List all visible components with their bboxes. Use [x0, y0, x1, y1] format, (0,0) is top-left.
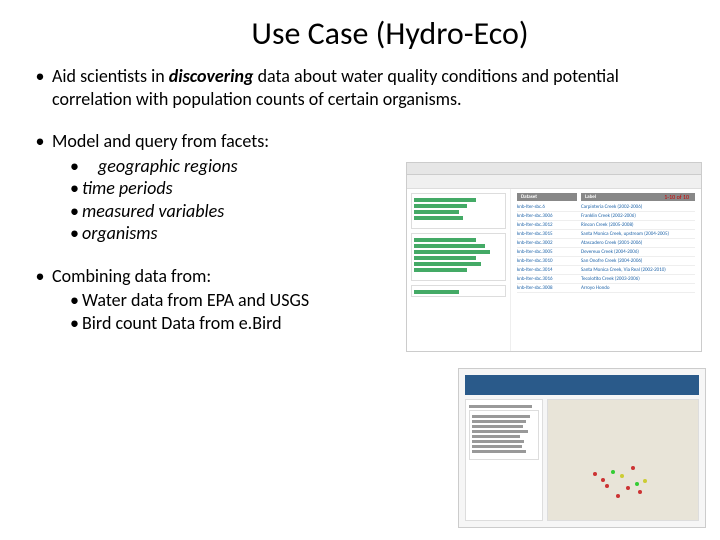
table-row: knb-lter-sbc.3012Rincon Creek (2005-2008…: [517, 221, 695, 230]
sub-item: geographic regions: [98, 155, 388, 178]
portal-banner: [465, 375, 699, 395]
table-row: knb-lter-sbc.3008Arroyo Hondo: [517, 284, 695, 293]
table-row: knb-lter-sbc.3002Atascadero Creek (2001-…: [517, 239, 695, 248]
sub-item: Bird count Data from e.Bird: [82, 312, 408, 335]
portal-sidebar: [465, 399, 543, 521]
text-emph: discovering: [169, 65, 254, 87]
result-count-badge: 1-10 of 10: [664, 193, 689, 201]
bullet-3: • Combining data from: •Water data from …: [28, 265, 408, 335]
sub-item: organisms: [82, 222, 388, 245]
bullet-1: • Aid scientists in discovering data abo…: [28, 65, 692, 110]
table-row: knb-lter-sbc.3015Santa Monica Creek, ups…: [517, 230, 695, 239]
table-row: knb-lter-sbc.3014Santa Monica Creek, Via…: [517, 266, 695, 275]
screenshot-faceted-browser: 1-10 of 10 Dataset Label knb-lter-sbc.6C…: [406, 162, 702, 352]
bullet-2-lead: Model and query from facets:: [52, 130, 388, 153]
sub-item: time periods: [82, 177, 388, 200]
table-row: knb-lter-sbc.3006Franklin Creek (2002-20…: [517, 212, 695, 221]
sub-item: Water data from EPA and USGS: [82, 289, 408, 312]
screenshot-water-portal: [458, 368, 706, 528]
dataset-table: Dataset Label knb-lter-sbc.6Carpinteria …: [511, 189, 701, 351]
table-row: knb-lter-sbc.3016Tecolotito Creek (2003-…: [517, 275, 695, 284]
portal-map: [547, 399, 699, 521]
bullet-3-lead: Combining data from:: [52, 265, 408, 288]
text-pre: Aid scientists in: [52, 65, 169, 87]
bullet-3-sublist: •Water data from EPA and USGS •Bird coun…: [52, 289, 408, 334]
bullet-2: • Model and query from facets: •geograph…: [28, 130, 388, 245]
table-row: knb-lter-sbc.6Carpinteria Creek (2002-20…: [517, 203, 695, 212]
table-row: knb-lter-sbc.3005Devereux Creek (2004-20…: [517, 248, 695, 257]
col-header-dataset: Dataset: [517, 193, 577, 201]
bullet-2-sublist: •geographic regions •time periods •measu…: [52, 155, 388, 245]
table-row: knb-lter-sbc.3010San Onofre Creek (2004-…: [517, 257, 695, 266]
facet-sidebar: [407, 189, 511, 351]
bullet-marker: •: [28, 130, 52, 245]
slide-title: Use Case (Hydro-Eco): [88, 14, 692, 53]
bullet-marker: •: [28, 265, 52, 335]
bullet-marker: •: [28, 65, 52, 110]
sub-item: measured variables: [82, 200, 388, 223]
bullet-1-text: Aid scientists in discovering data about…: [52, 65, 692, 110]
